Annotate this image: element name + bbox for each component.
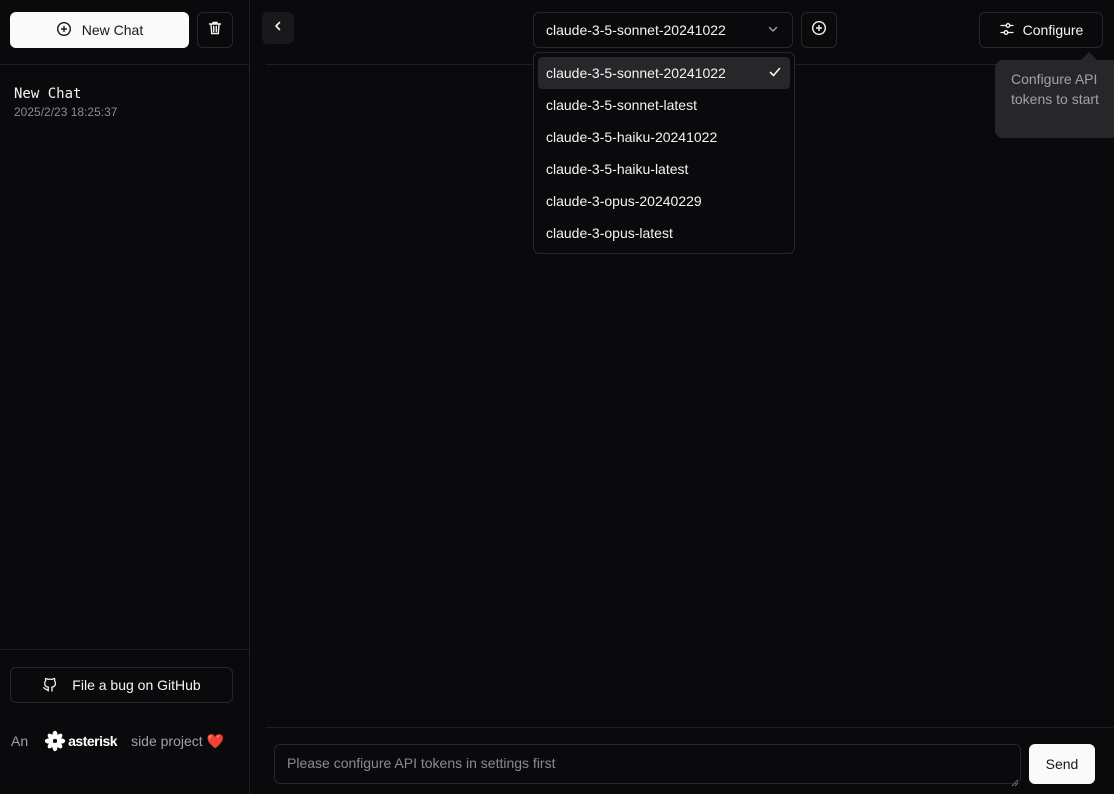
sidebar: New Chat New Chat 2025/2/23 18:25:37 Fil… bbox=[0, 0, 250, 794]
model-option-label: claude-3-5-haiku-20241022 bbox=[546, 129, 718, 145]
github-bug-button[interactable]: File a bug on GitHub bbox=[10, 667, 233, 703]
sidebar-header: New Chat bbox=[0, 0, 249, 65]
add-model-button[interactable] bbox=[801, 12, 837, 48]
model-option[interactable]: claude-3-opus-20240229 bbox=[538, 185, 790, 217]
configure-tooltip: Configure API tokens to start bbox=[995, 60, 1114, 138]
model-option[interactable]: claude-3-opus-latest bbox=[538, 217, 790, 249]
credit-prefix: An bbox=[11, 733, 29, 749]
plus-circle-icon bbox=[811, 20, 827, 41]
credit-suffix: side project bbox=[131, 733, 203, 749]
chat-item-timestamp: 2025/2/23 18:25:37 bbox=[14, 105, 118, 119]
asterisk-brand-text: asterisk bbox=[68, 733, 118, 749]
configure-button[interactable]: Configure bbox=[979, 12, 1103, 48]
configure-label: Configure bbox=[1022, 22, 1084, 38]
new-chat-label: New Chat bbox=[81, 22, 144, 38]
chevron-left-icon bbox=[271, 19, 285, 38]
check-icon bbox=[768, 65, 782, 82]
trash-icon bbox=[207, 20, 223, 41]
github-button-label: File a bug on GitHub bbox=[72, 677, 201, 693]
heart-icon: ❤️ bbox=[206, 732, 225, 749]
model-select-value: claude-3-5-sonnet-20241022 bbox=[546, 22, 726, 38]
resize-handle-icon[interactable] bbox=[1011, 774, 1019, 792]
asterisk-logo-mark bbox=[44, 730, 66, 752]
model-select[interactable]: claude-3-5-sonnet-20241022 bbox=[533, 12, 793, 48]
plus-circle-icon bbox=[56, 21, 72, 40]
model-option-label: claude-3-5-sonnet-20241022 bbox=[546, 65, 726, 81]
model-option-label: claude-3-opus-20240229 bbox=[546, 193, 702, 209]
sliders-icon bbox=[999, 21, 1015, 40]
delete-chat-button[interactable] bbox=[197, 12, 233, 48]
asterisk-logo[interactable]: asterisk bbox=[44, 730, 118, 752]
model-option-label: claude-3-5-haiku-latest bbox=[546, 161, 689, 177]
chevron-down-icon bbox=[766, 22, 780, 39]
collapse-sidebar-button[interactable] bbox=[262, 12, 294, 44]
sidebar-footer: File a bug on GitHub An asterisk side pr… bbox=[0, 649, 249, 794]
model-option-label: claude-3-opus-latest bbox=[546, 225, 673, 241]
model-option[interactable]: claude-3-5-haiku-20241022 bbox=[538, 121, 790, 153]
model-option[interactable]: claude-3-5-haiku-latest bbox=[538, 153, 790, 185]
model-dropdown-menu: claude-3-5-sonnet-20241022 claude-3-5-so… bbox=[533, 52, 795, 254]
model-option[interactable]: claude-3-5-sonnet-latest bbox=[538, 89, 790, 121]
send-button[interactable]: Send bbox=[1029, 744, 1095, 784]
message-input[interactable] bbox=[274, 744, 1021, 784]
composer: Send bbox=[266, 727, 1114, 794]
model-option[interactable]: claude-3-5-sonnet-20241022 bbox=[538, 57, 790, 89]
side-project-credit: An asterisk side project ❤️ bbox=[11, 730, 241, 752]
tooltip-arrow bbox=[1081, 52, 1097, 60]
new-chat-button[interactable]: New Chat bbox=[10, 12, 189, 48]
chat-item-title: New Chat bbox=[14, 86, 82, 102]
github-icon bbox=[42, 676, 58, 695]
chat-list-item[interactable]: New Chat 2025/2/23 18:25:37 bbox=[14, 86, 117, 119]
model-option-label: claude-3-5-sonnet-latest bbox=[546, 97, 697, 113]
main-panel: claude-3-5-sonnet-20241022 Configure Con… bbox=[250, 0, 1114, 794]
